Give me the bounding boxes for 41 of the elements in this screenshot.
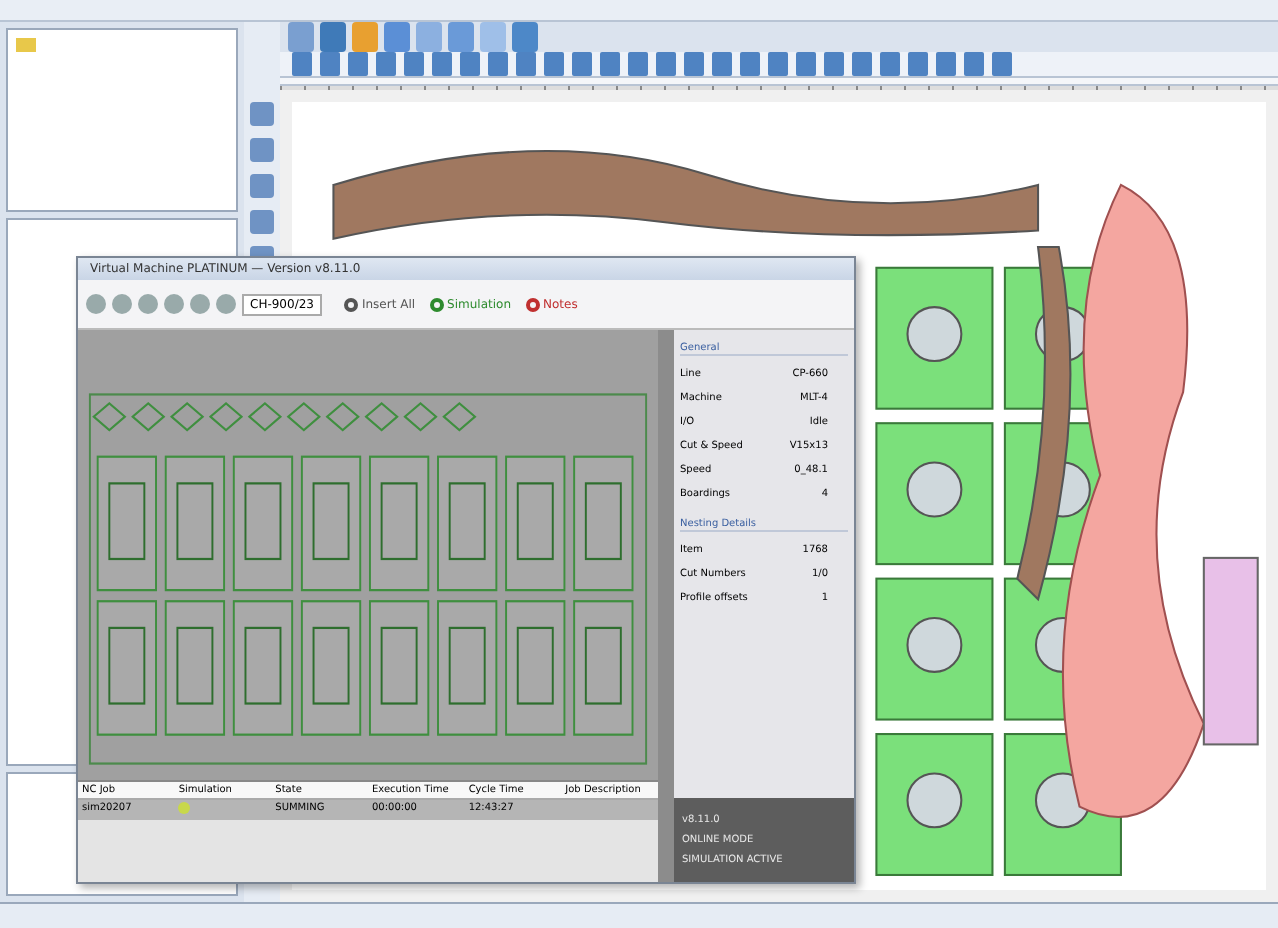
- toolbar-icon[interactable]: [288, 22, 314, 52]
- toolbar-icon[interactable]: [320, 22, 346, 52]
- toolbar-icon[interactable]: [292, 52, 312, 76]
- tool-icon[interactable]: [250, 210, 274, 234]
- toolbar-icon[interactable]: [628, 52, 648, 76]
- toolbar-icon[interactable]: [480, 22, 506, 52]
- toolbar-icon[interactable]: [348, 52, 368, 76]
- tool-icon[interactable]: [250, 138, 274, 162]
- tool-icon[interactable]: [250, 174, 274, 198]
- toolbar-icon[interactable]: [768, 52, 788, 76]
- toolbar-icon[interactable]: [460, 52, 480, 76]
- toolbar-icon[interactable]: [964, 52, 984, 76]
- toolbar-icon[interactable]: [824, 52, 844, 76]
- toolbar-icon[interactable]: [880, 52, 900, 76]
- toolbar-icon[interactable]: [384, 22, 410, 52]
- tool-icon[interactable]: [250, 102, 274, 126]
- splitter[interactable]: [658, 330, 674, 882]
- toolbar-icon[interactable]: [516, 52, 536, 76]
- toolbar-icon[interactable]: [712, 52, 732, 76]
- toolbar-icon[interactable]: [320, 52, 340, 76]
- toolbar-icon[interactable]: [512, 22, 538, 52]
- toolbar-icon[interactable]: [488, 52, 508, 76]
- toolbar-icon[interactable]: [448, 22, 474, 52]
- toolbar-icon[interactable]: [544, 52, 564, 76]
- toolbar-icon[interactable]: [352, 22, 378, 52]
- toolbar-icon[interactable]: [936, 52, 956, 76]
- toolbar-icon[interactable]: [684, 52, 704, 76]
- toolbar-icon[interactable]: [432, 52, 452, 76]
- toolbar-icon[interactable]: [740, 52, 760, 76]
- toolbar-icon[interactable]: [416, 22, 442, 52]
- toolbar-icon[interactable]: [908, 52, 928, 76]
- toolbar-icon[interactable]: [600, 52, 620, 76]
- folder-icon: [16, 38, 36, 52]
- toolbar-icon[interactable]: [656, 52, 676, 76]
- toolbar-icon[interactable]: [376, 52, 396, 76]
- status-light-icon: [178, 802, 191, 814]
- toolbar-icon[interactable]: [796, 52, 816, 76]
- toolbar-icon[interactable]: [992, 52, 1012, 76]
- toolbar-icon[interactable]: [404, 52, 424, 76]
- toolbar-icon[interactable]: [572, 52, 592, 76]
- toolbar-icon[interactable]: [852, 52, 872, 76]
